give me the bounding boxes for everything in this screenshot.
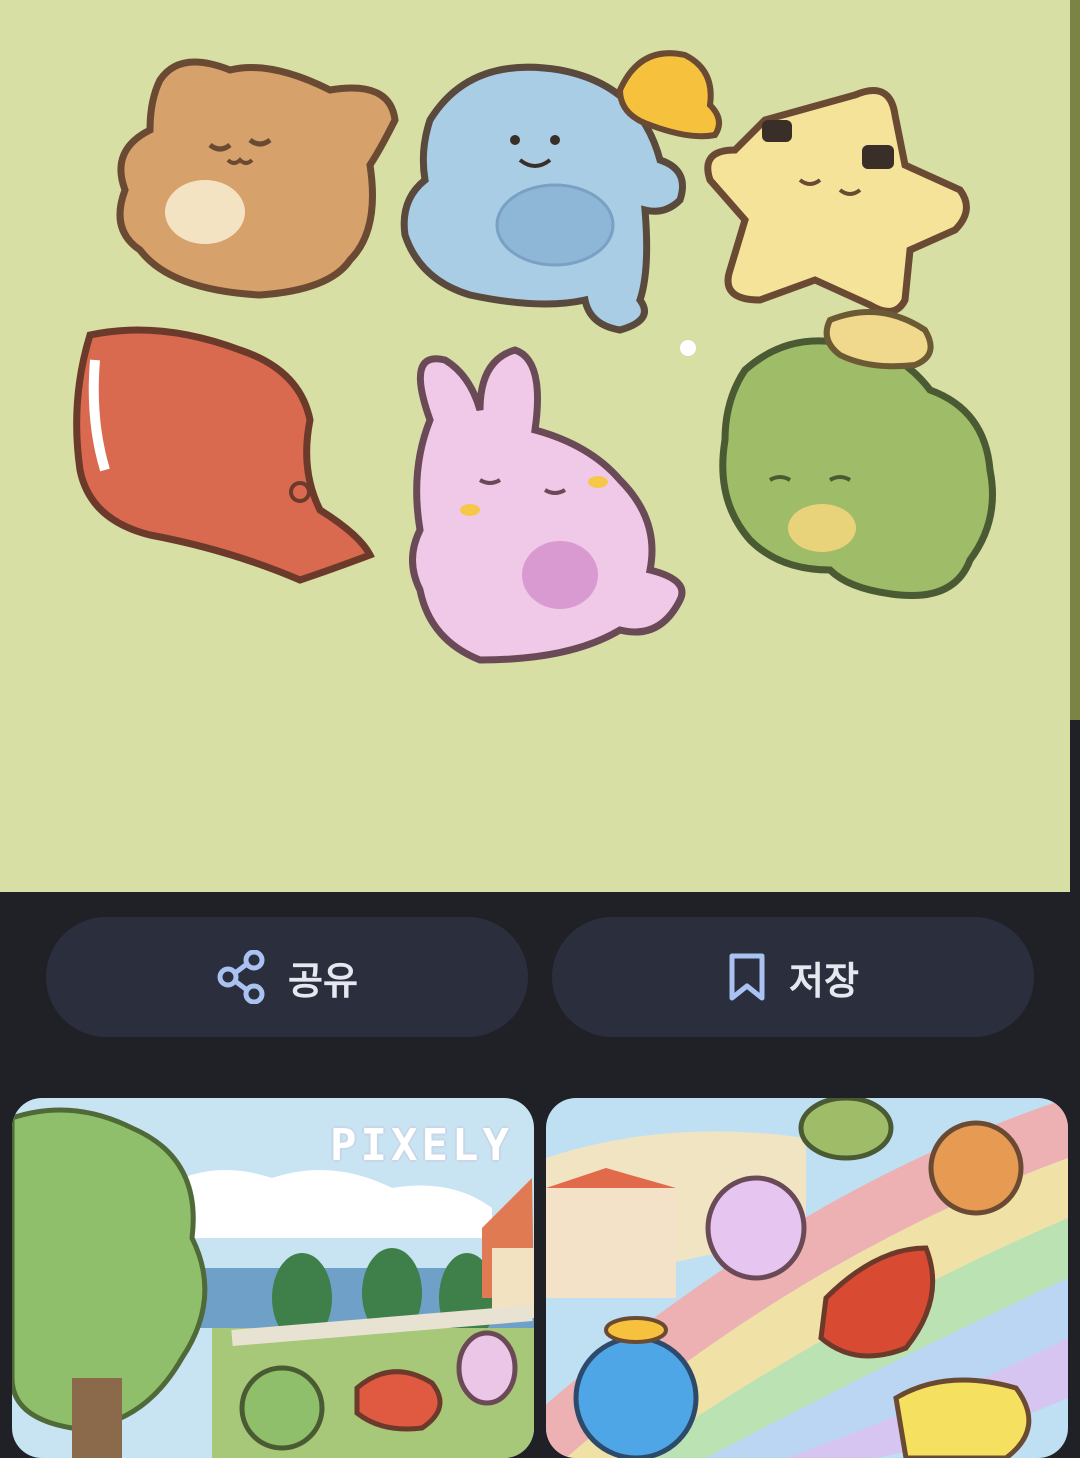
pixely-logo-text: PIXELY: [330, 1120, 513, 1171]
save-label: 저장: [789, 958, 859, 1003]
share-label: 공유: [288, 958, 358, 1003]
action-bar: 공유 저장: [0, 892, 1080, 1092]
hero-scroll-edge: [1070, 0, 1080, 720]
related-image-1[interactable]: PIXELY: [12, 1098, 534, 1458]
bookmark-icon: [727, 952, 767, 1002]
share-icon: [216, 950, 266, 1004]
save-button[interactable]: 저장: [552, 917, 1034, 1037]
rainbow-scene-illustration: [546, 1098, 1068, 1458]
main-image[interactable]: [0, 0, 1070, 892]
related-image-2[interactable]: [546, 1098, 1068, 1458]
hero-illustration: [0, 0, 1070, 892]
share-button[interactable]: 공유: [46, 917, 528, 1037]
bear-character: [116, 58, 399, 299]
